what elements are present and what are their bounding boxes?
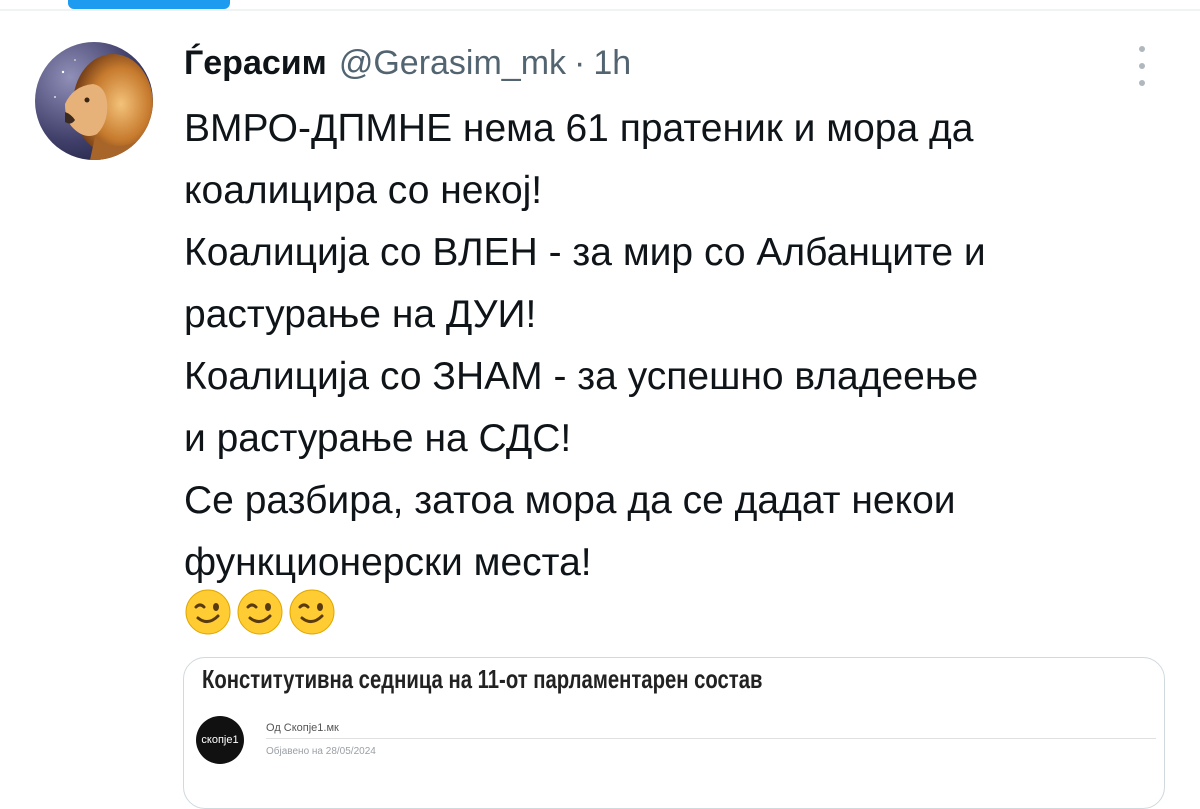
card-source: Од Скопје1.мк xyxy=(266,722,339,734)
tweet-line: ВМРО-ДПМНЕ нема 61 пратеник и мора да xyxy=(184,107,974,150)
avatar[interactable] xyxy=(35,42,153,160)
tweet-line: функционерски места! xyxy=(184,541,592,584)
winking-face-icon xyxy=(237,589,283,635)
author-handle[interactable]: @Gerasim_mk xyxy=(339,44,566,83)
tweet-line: Коалиција со ВЛЕН - за мир со Албанците … xyxy=(184,231,986,274)
tweet-line: Се разбира, затоа мора да се дадат некои xyxy=(184,479,956,522)
more-options-icon[interactable] xyxy=(1128,46,1156,86)
winking-face-icon xyxy=(289,589,335,635)
source-logo: скопје1 xyxy=(196,716,244,764)
author-name[interactable]: Ѓерасим xyxy=(184,44,327,83)
tweet-line: и растурање на СДС! xyxy=(184,417,572,460)
winking-face-icon xyxy=(185,589,231,635)
card-title: Конститутивна седница на 11-от парламент… xyxy=(202,664,763,694)
tweet-header: Ѓерасим @Gerasim_mk · 1h xyxy=(184,44,631,94)
tweet-line: Коалиција со ЗНАМ - за успешно владеење xyxy=(184,355,979,398)
lion-avatar-image xyxy=(35,42,153,160)
card-divider xyxy=(266,738,1156,739)
tweet-text: ВМРО-ДПМНЕ нема 61 пратеник и мора да ко… xyxy=(184,98,1174,594)
tweet-line: растурање на ДУИ! xyxy=(184,293,537,336)
separator: · xyxy=(574,44,586,82)
link-preview-card[interactable]: Конститутивна седница на 11-от парламент… xyxy=(183,657,1165,809)
tab-indicator xyxy=(68,0,230,9)
divider xyxy=(0,9,1200,11)
emoji-row xyxy=(184,588,336,636)
timestamp[interactable]: 1h xyxy=(593,44,631,83)
tweet-line: коалицира со некој! xyxy=(184,169,543,212)
card-date: Објавено на 28/05/2024 xyxy=(266,746,376,757)
